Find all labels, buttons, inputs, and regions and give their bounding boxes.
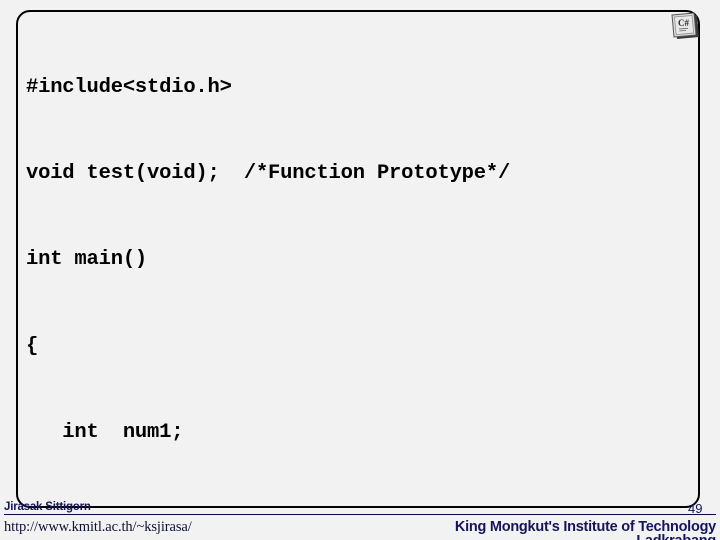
code-line: void test(void); /*Function Prototype*/ bbox=[26, 161, 511, 185]
code-listing: #include<stdio.h> void test(void); /*Fun… bbox=[26, 16, 696, 506]
footer-url[interactable]: http://www.kmitl.ac.th/~ksjirasa/ bbox=[4, 519, 192, 536]
code-line: int num1; bbox=[26, 421, 184, 445]
code-block: #include<stdio.h> void test(void); /*Fun… bbox=[16, 10, 700, 508]
svg-text:C#: C# bbox=[678, 18, 689, 28]
code-line: { bbox=[26, 334, 39, 358]
presentation-slide: #include<stdio.h> void test(void); /*Fun… bbox=[0, 0, 720, 540]
page-number: 49 bbox=[688, 501, 703, 516]
code-line: int main() bbox=[26, 248, 148, 272]
code-line: #include<stdio.h> bbox=[26, 75, 232, 99]
code-document-icon: C# bbox=[668, 10, 702, 44]
footer-institute-line2: Ladkrabang bbox=[636, 533, 720, 540]
footer-author: Jirasak Sittigorn bbox=[4, 501, 91, 513]
footer-divider bbox=[4, 514, 716, 515]
